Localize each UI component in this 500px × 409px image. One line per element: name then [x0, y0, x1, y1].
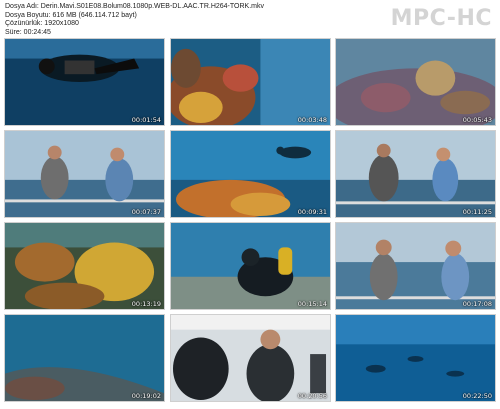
reef-slope-icon: [5, 315, 164, 401]
distant-divers-icon: [336, 315, 495, 401]
timestamp: 00:05:43: [462, 116, 492, 124]
thumbnail-6[interactable]: 00:11:25: [335, 130, 496, 218]
timestamp: 00:11:25: [462, 208, 492, 216]
timestamp: 00:22:50: [462, 392, 492, 400]
file-info-panel: Dosya Adı: Derin.Mavi.S01E08.Bolum08.108…: [5, 3, 264, 37]
timestamp: 00:17:08: [462, 300, 492, 308]
thumbnail-12[interactable]: 00:22:50: [335, 314, 496, 402]
men-facing-sea-icon: [336, 223, 495, 309]
timestamp: 00:19:02: [131, 392, 161, 400]
timestamp: 00:13:19: [131, 300, 161, 308]
thumbnail-3[interactable]: 00:05:43: [335, 38, 496, 126]
timestamp: 00:15:14: [297, 300, 327, 308]
resolution-text: Çözünürlük: 1920x1080: [5, 20, 79, 28]
filename-text: Dosya Adı: Derin.Mavi.S01E08.Bolum08.108…: [5, 3, 264, 10]
thumbnail-7[interactable]: 00:13:19: [4, 222, 165, 310]
diver-silhouette-icon: [5, 39, 164, 125]
timestamp: 00:20:56: [297, 392, 327, 400]
two-men-on-deck-icon: [5, 131, 164, 217]
thumbnail-grid: 00:01:54 00:03:48 00:05:43 00:07:37 00:0…: [4, 38, 496, 404]
filesize-text: Dosya Boyutu: 616 MB (646.114.712 bayt): [5, 11, 137, 19]
thumbnail-10[interactable]: 00:19:02: [4, 314, 165, 402]
timestamp: 00:01:54: [131, 116, 161, 124]
timestamp: 00:03:48: [297, 116, 327, 124]
thumbnail-2[interactable]: 00:03:48: [170, 38, 331, 126]
orange-coral-icon: [171, 39, 330, 125]
two-men-gesturing-icon: [336, 131, 495, 217]
thumbnail-8[interactable]: 00:15:14: [170, 222, 331, 310]
thumbnail-9[interactable]: 00:17:08: [335, 222, 496, 310]
purple-reef-icon: [336, 39, 495, 125]
diver-above-coral-icon: [171, 131, 330, 217]
timestamp: 00:09:31: [297, 208, 327, 216]
yellow-gorgonian-icon: [5, 223, 164, 309]
thumbnail-1[interactable]: 00:01:54: [4, 38, 165, 126]
divers-on-boat-icon: [171, 315, 330, 401]
thumbnail-5[interactable]: 00:09:31: [170, 130, 331, 218]
thumbnail-4[interactable]: 00:07:37: [4, 130, 165, 218]
mpc-hc-logo: MPC-HC: [390, 6, 492, 31]
timestamp: 00:07:37: [131, 208, 161, 216]
thumbnail-11[interactable]: 00:20:56: [170, 314, 331, 402]
diver-with-tank-icon: [171, 223, 330, 309]
duration-text: Süre: 00:24:45: [5, 28, 51, 36]
